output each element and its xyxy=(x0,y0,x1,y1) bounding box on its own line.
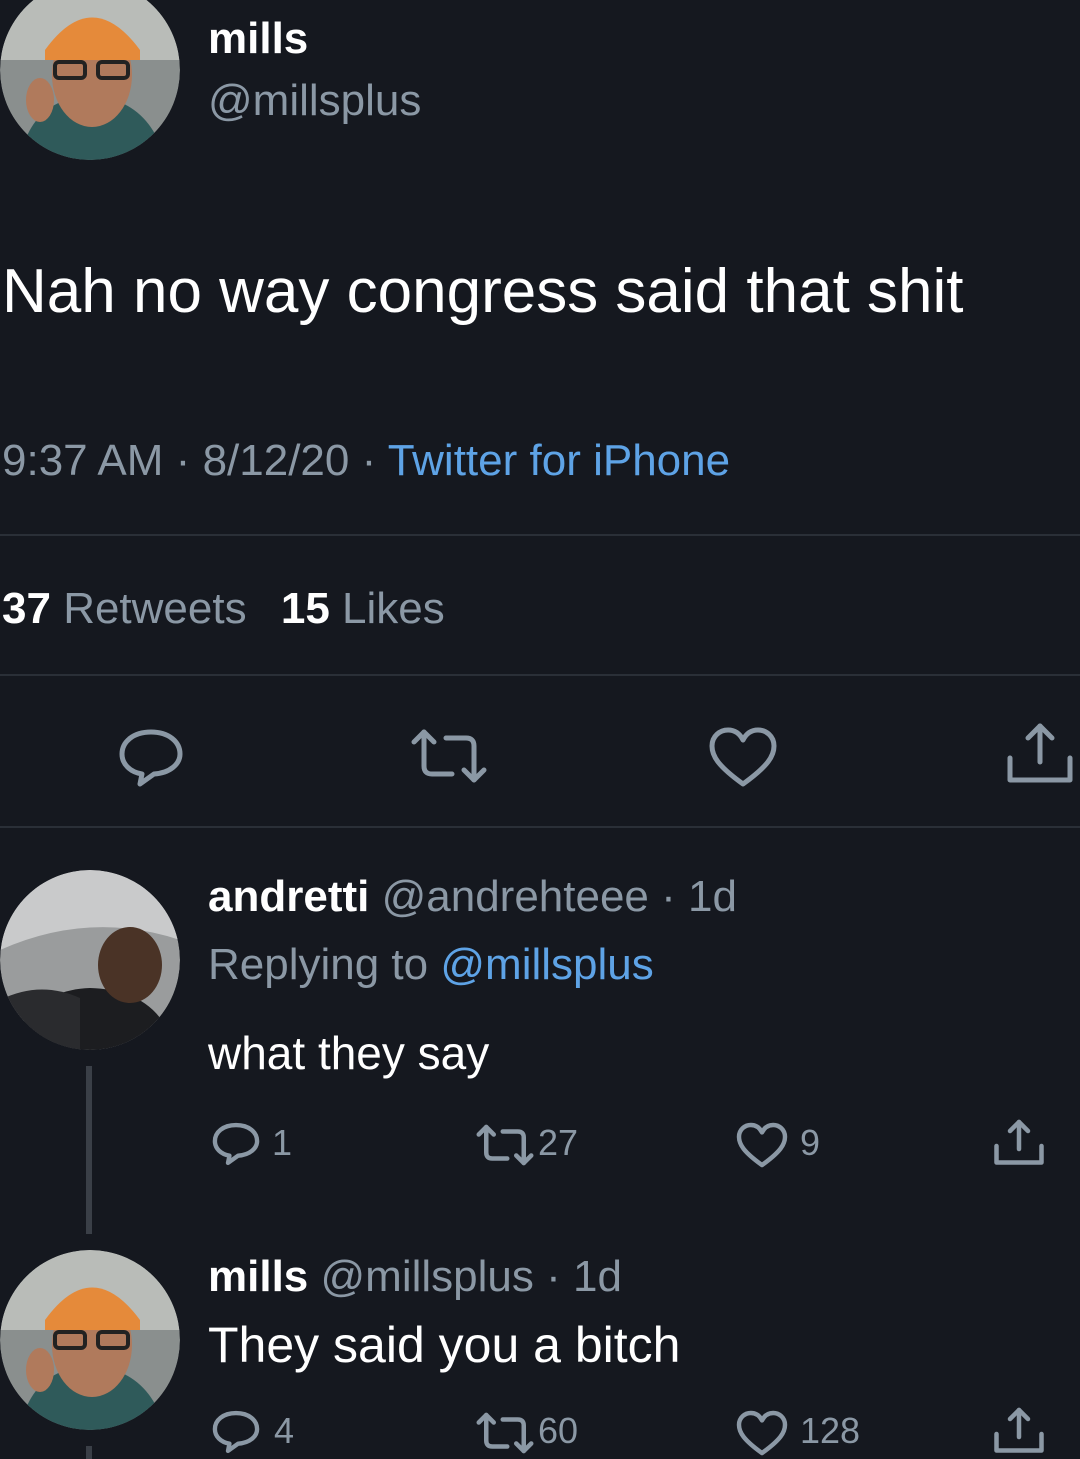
handle[interactable]: @millsplus xyxy=(321,1252,534,1301)
likes-count: 15 xyxy=(280,584,330,633)
divider xyxy=(0,826,1080,828)
avatar[interactable] xyxy=(0,1250,180,1430)
retweet-count: 60 xyxy=(538,1410,579,1451)
tweet-time: 9:37 AM xyxy=(2,436,164,485)
avatar[interactable] xyxy=(0,0,180,160)
like-count: 128 xyxy=(800,1410,861,1451)
thread-line xyxy=(86,1446,92,1459)
reply-count: 4 xyxy=(274,1410,295,1451)
like-icon[interactable] xyxy=(708,726,778,788)
display-name[interactable]: mills xyxy=(208,1252,308,1301)
divider xyxy=(0,674,1080,676)
reply-count: 1 xyxy=(272,1122,293,1163)
tweet-date: 8/12/20 xyxy=(202,436,350,485)
thread-line xyxy=(86,1066,92,1234)
reply-icon[interactable] xyxy=(212,1122,260,1166)
likes-link[interactable]: 15 Likes xyxy=(281,584,445,633)
handle[interactable]: @millsplus xyxy=(208,76,421,126)
tweet-age: · 1d xyxy=(661,872,737,921)
tweet-text: Nah no way congress said that shit xyxy=(2,257,964,326)
retweet-icon[interactable] xyxy=(474,1124,536,1166)
like-icon[interactable] xyxy=(736,1410,788,1456)
retweets-count: 37 xyxy=(2,584,51,633)
engagement-stats: 37 Retweets 15 Likes xyxy=(2,584,445,634)
like-icon[interactable] xyxy=(736,1122,788,1168)
tweet-meta: 9:37 AM · 8/12/20 · Twitter for iPhone xyxy=(2,436,730,486)
replying-to-handle[interactable]: @millsplus xyxy=(440,940,653,989)
reply-text: They said you a bitch xyxy=(208,1317,681,1373)
retweets-label: Retweets xyxy=(63,584,247,633)
likes-label: Likes xyxy=(342,584,445,633)
like-count: 9 xyxy=(800,1122,821,1163)
retweet-count: 27 xyxy=(538,1122,579,1163)
reply-icon[interactable] xyxy=(118,728,184,788)
avatar[interactable] xyxy=(0,870,180,1050)
share-icon[interactable] xyxy=(1004,722,1076,786)
reply-header: andretti @andrehteee · 1d xyxy=(208,872,737,922)
divider xyxy=(0,534,1080,536)
share-icon[interactable] xyxy=(992,1406,1046,1456)
tweet-source[interactable]: Twitter for iPhone xyxy=(388,436,730,485)
reply-header: mills @millsplus · 1d xyxy=(208,1252,622,1302)
reply-icon[interactable] xyxy=(212,1410,260,1454)
display-name[interactable]: andretti xyxy=(208,872,369,921)
replying-prefix: Replying to xyxy=(208,940,429,989)
retweet-icon[interactable] xyxy=(408,728,490,784)
reply-text: what they say xyxy=(208,1027,490,1079)
tweet-age: · 1d xyxy=(546,1252,622,1301)
handle[interactable]: @andrehteee xyxy=(382,872,649,921)
replying-to: Replying to @millsplus xyxy=(208,940,654,990)
separator: · xyxy=(361,436,377,485)
separator: · xyxy=(175,436,191,485)
retweet-icon[interactable] xyxy=(474,1412,536,1454)
retweets-link[interactable]: 37 Retweets xyxy=(2,584,259,633)
display-name[interactable]: mills xyxy=(208,14,308,64)
share-icon[interactable] xyxy=(992,1118,1046,1168)
